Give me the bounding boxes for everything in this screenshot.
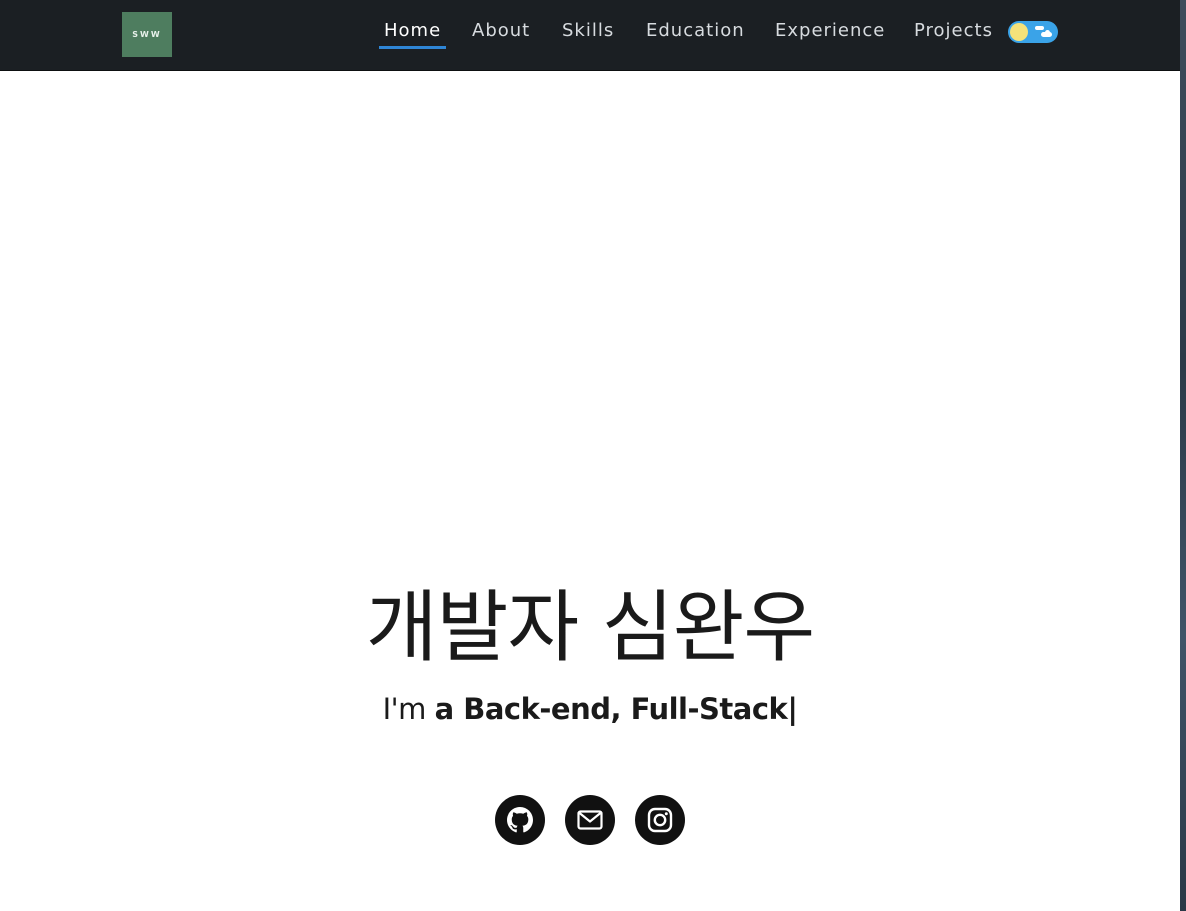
top-navbar: SWW Home About Skills Education Experien… (0, 0, 1180, 71)
email-link[interactable] (565, 795, 615, 845)
theme-toggle[interactable] (1008, 21, 1058, 43)
instagram-icon (647, 807, 673, 833)
subtitle-typed-text: a Back-end, Full-Stack (434, 692, 788, 726)
subtitle-prefix: I'm (382, 692, 435, 726)
cloud-icon (1045, 30, 1050, 35)
hero-subtitle: I'm a Back-end, Full-Stack| (0, 688, 1180, 730)
nav-about[interactable]: About (472, 19, 530, 49)
hero-title: 개발자 심완우 (365, 583, 815, 673)
nav-links: Home About Skills Education Experience P… (0, 0, 1180, 70)
nav-skills[interactable]: Skills (562, 19, 614, 49)
github-icon (507, 807, 533, 833)
mail-icon (577, 810, 603, 830)
typing-cursor: | (787, 692, 798, 726)
nav-experience[interactable]: Experience (775, 19, 885, 49)
nav-home[interactable]: Home (379, 19, 447, 49)
nav-projects[interactable]: Projects (914, 19, 993, 49)
instagram-link[interactable] (635, 795, 685, 845)
github-link[interactable] (495, 795, 545, 845)
cloud-icon (1035, 26, 1044, 30)
window-edge-background (1180, 0, 1186, 911)
sun-icon (1010, 23, 1028, 41)
nav-education[interactable]: Education (646, 19, 745, 49)
